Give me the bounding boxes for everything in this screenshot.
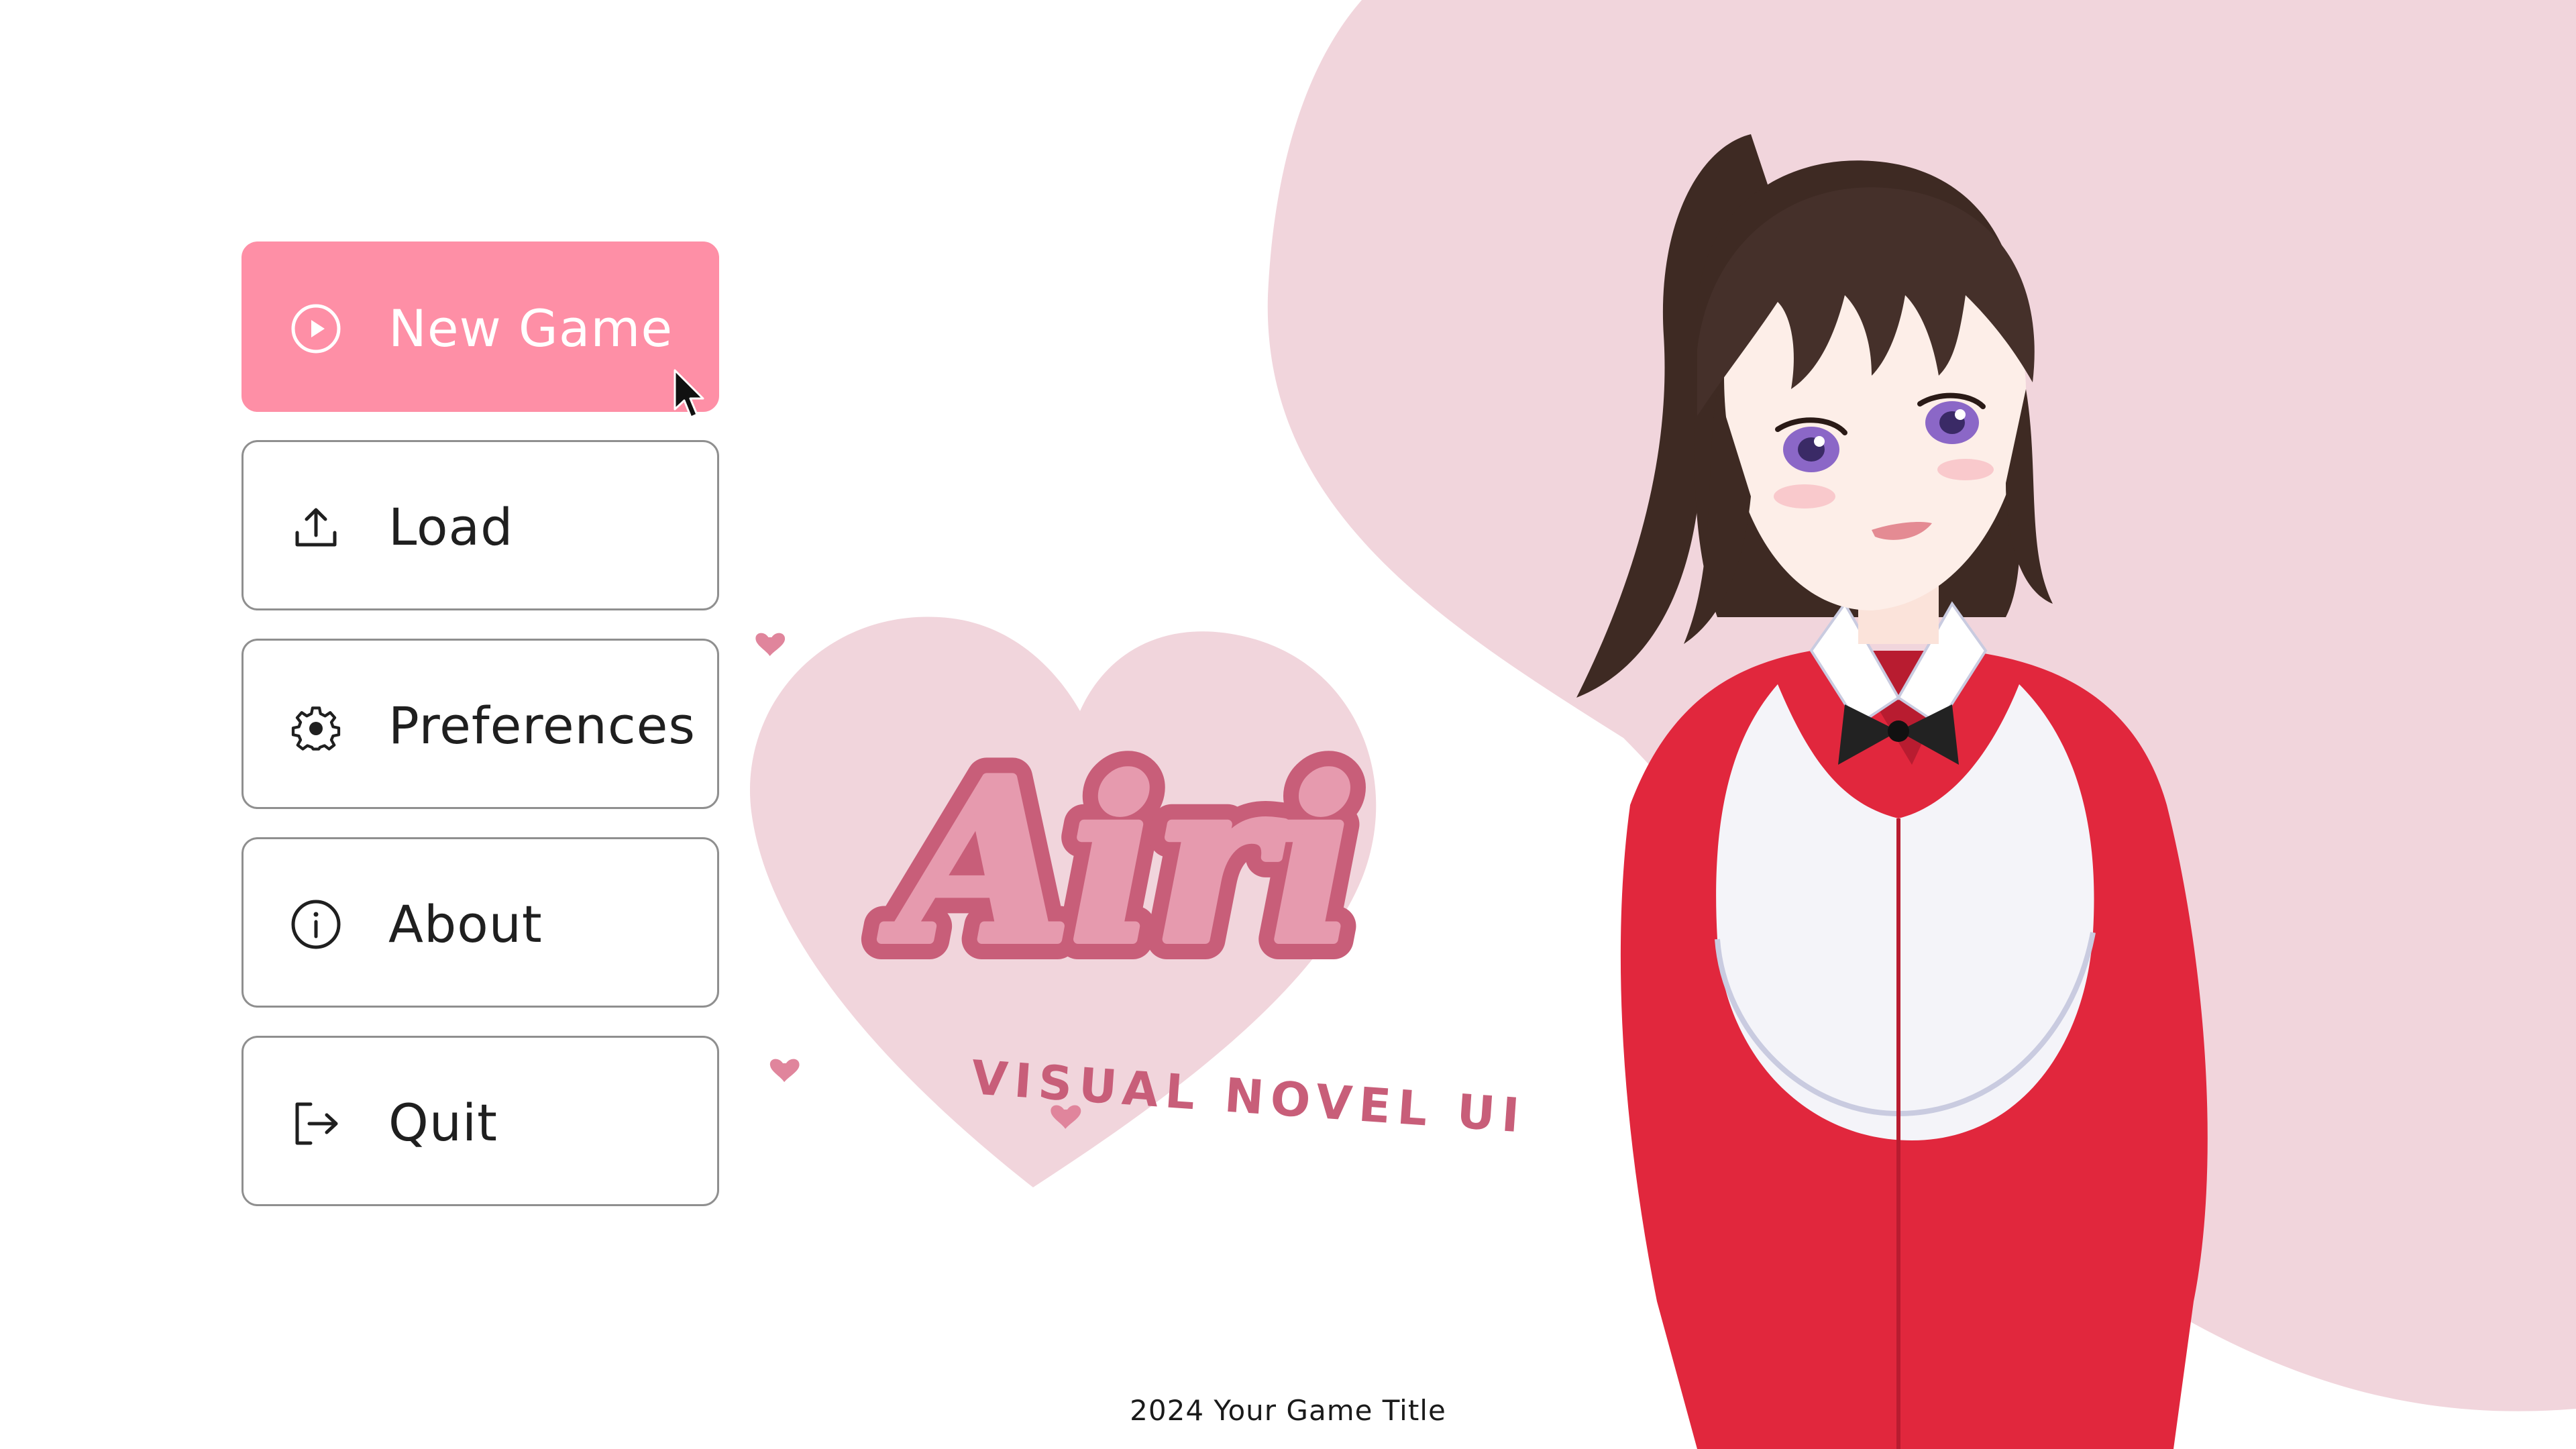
gear-icon bbox=[289, 699, 343, 753]
play-circle-icon bbox=[289, 302, 343, 356]
preferences-button[interactable]: Preferences bbox=[241, 639, 719, 809]
info-icon bbox=[289, 898, 343, 951]
new-game-button[interactable]: New Game bbox=[241, 241, 719, 412]
logout-icon bbox=[289, 1096, 343, 1150]
logo-title-graphic: Airi Airi Airi bbox=[861, 731, 1375, 1012]
footer-copyright: 2024 Your Game Title bbox=[1130, 1394, 1446, 1427]
mouse-cursor-icon bbox=[674, 369, 704, 419]
upload-icon bbox=[289, 500, 343, 554]
game-logo: Airi Airi Airi VISUAL NOVEL UI bbox=[738, 590, 1543, 1208]
preferences-label: Preferences bbox=[388, 696, 696, 755]
quit-button[interactable]: Quit bbox=[241, 1036, 719, 1206]
about-label: About bbox=[388, 894, 543, 954]
about-button[interactable]: About bbox=[241, 837, 719, 1008]
character-illustration bbox=[1576, 134, 2208, 1449]
quit-label: Quit bbox=[388, 1093, 498, 1152]
load-label: Load bbox=[388, 497, 514, 557]
new-game-label: New Game bbox=[388, 299, 674, 358]
load-button[interactable]: Load bbox=[241, 440, 719, 610]
